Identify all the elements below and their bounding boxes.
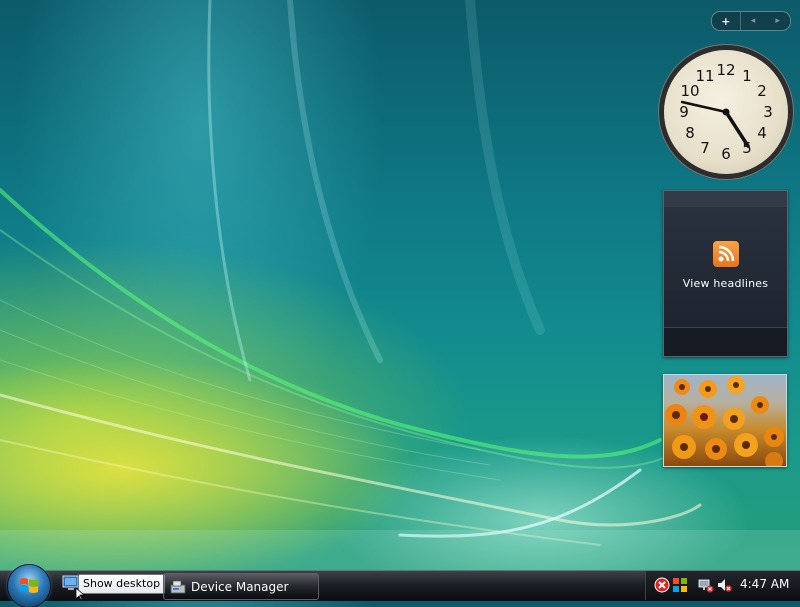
- clock-hour-hand: [724, 110, 750, 148]
- taskbar-button-label: Device Manager: [191, 579, 289, 594]
- clock-numeral: 4: [757, 124, 767, 142]
- slideshow-gadget[interactable]: [663, 374, 787, 467]
- add-gadget-button[interactable]: +: [712, 12, 741, 30]
- flower-photo: [665, 376, 784, 466]
- clock-numeral: 8: [685, 124, 695, 142]
- volume-muted-icon[interactable]: [716, 577, 732, 593]
- taskbar-clock[interactable]: 4:47 AM: [740, 577, 789, 591]
- clock-numeral: 1: [742, 67, 752, 85]
- clock-numeral: 12: [716, 61, 735, 79]
- security-alert-icon[interactable]: [654, 577, 670, 593]
- start-button[interactable]: [8, 565, 50, 607]
- clock-numeral: 2: [757, 82, 767, 100]
- device-manager-icon: [170, 580, 186, 593]
- windows-logo-icon: [20, 578, 38, 593]
- clock-face: 12 1 2 3 4 5 6 7 8 9 10 11: [679, 61, 773, 163]
- next-page-button[interactable]: ▸: [765, 12, 790, 30]
- mouse-cursor-icon: [76, 588, 85, 600]
- show-desktop-tooltip: Show desktop: [78, 574, 166, 594]
- clock-numeral: 11: [695, 67, 714, 85]
- rss-feed-icon: [713, 241, 739, 267]
- clock-gadget[interactable]: 12 1 2 3 4 5 6 7 8 9 10 11: [664, 50, 788, 174]
- notification-area: 4:47 AM: [645, 571, 800, 600]
- clock-numeral: 3: [763, 103, 773, 121]
- sidebar-controls: + ◂ ▸: [711, 11, 791, 31]
- feed-headlines-gadget[interactable]: View headlines: [663, 190, 788, 357]
- windows-update-icon[interactable]: [672, 577, 688, 593]
- previous-page-button[interactable]: ◂: [741, 12, 766, 30]
- clock-numeral: 6: [721, 145, 731, 163]
- taskbar-button-device-manager[interactable]: Device Manager: [163, 573, 319, 600]
- view-headlines-link[interactable]: View headlines: [664, 277, 787, 290]
- clock-numeral: 7: [700, 139, 710, 157]
- clock-numeral: 9: [679, 103, 689, 121]
- network-disconnected-icon[interactable]: [698, 577, 714, 593]
